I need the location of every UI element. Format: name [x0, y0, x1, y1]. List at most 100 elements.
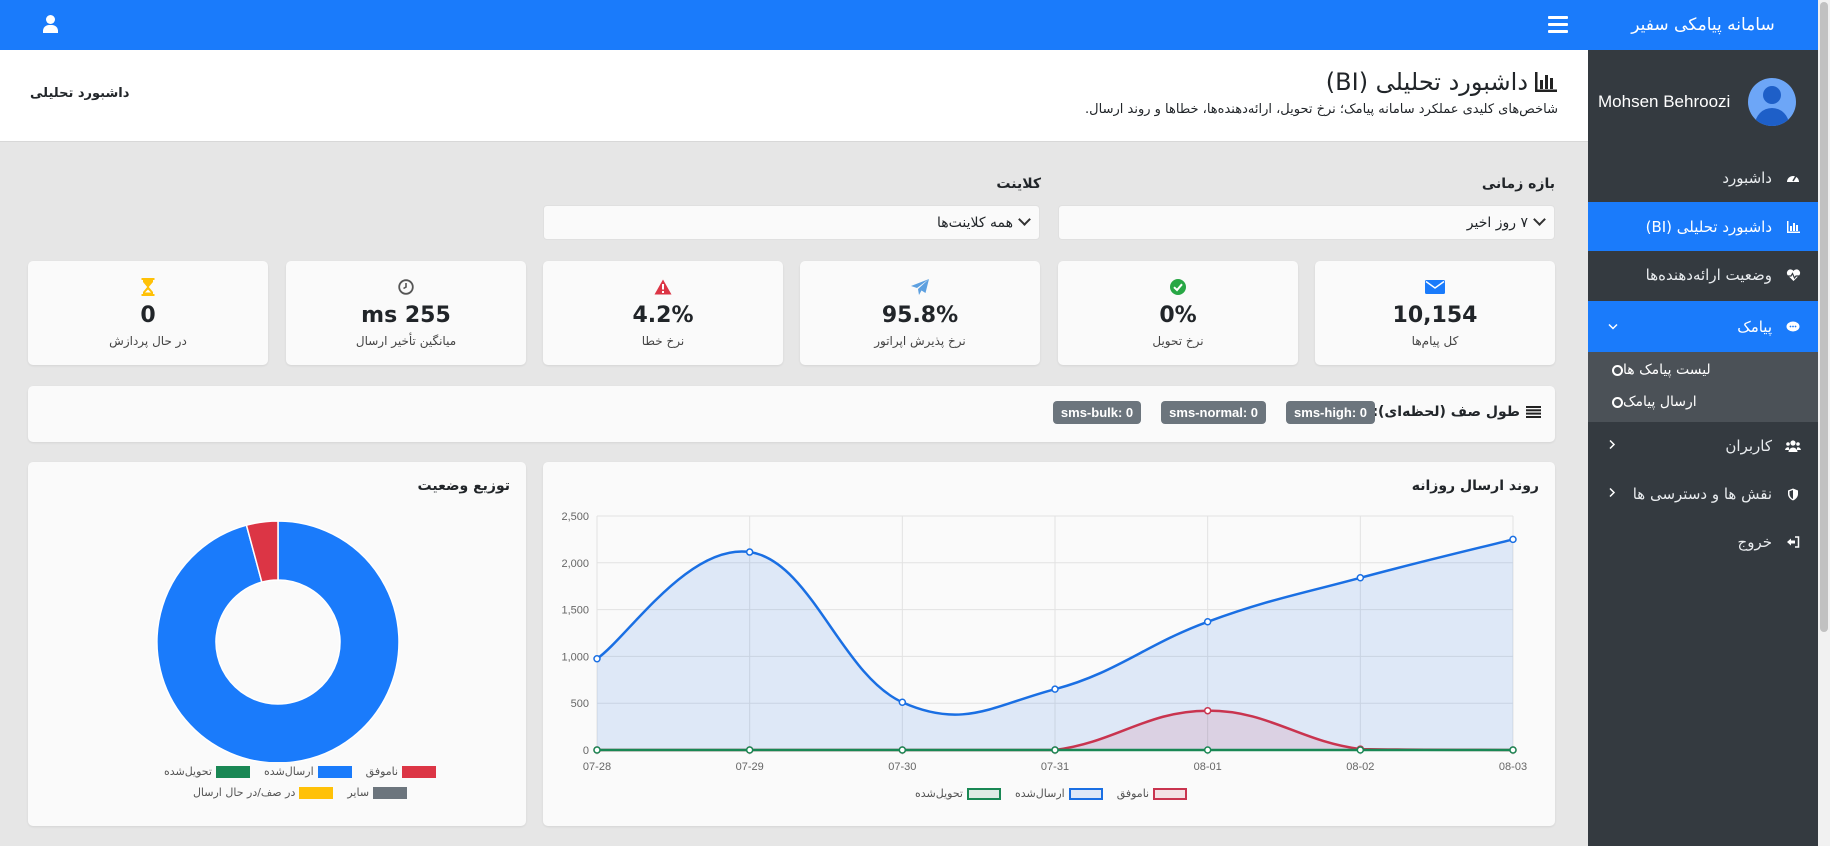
sidebar-item-label: وضعیت ارائه‌دهنده‌ها	[1645, 266, 1772, 284]
time-range-label: بازه زمانی	[1481, 176, 1555, 192]
kpi-operator-acceptance: 95.8% نرخ پذیرش اپراتور	[800, 261, 1040, 365]
hourglass-icon	[28, 277, 268, 297]
chevron-down-icon	[1608, 319, 1618, 334]
brand-title[interactable]: سامانه پیامکی سفیر	[1588, 0, 1818, 50]
hamburger-menu-icon[interactable]	[1548, 16, 1568, 37]
page-subtitle: شاخص‌های کلیدی عملکرد سامانه پیامک؛ نرخ …	[1085, 102, 1558, 117]
sidebar-nav: داشبورد داشبورد تحلیلی (BI) وضعیت ارائه‌…	[1588, 154, 1818, 352]
x-tick-label: 07-29	[736, 761, 764, 773]
client-select[interactable]: همه کلاینت‌ها	[543, 205, 1040, 240]
sidebar-item-provider-status[interactable]: وضعیت ارائه‌دهنده‌ها	[1588, 251, 1818, 299]
kpi-value: 0%	[1159, 303, 1197, 328]
legend-item[interactable]: تحویل‌شده	[164, 765, 250, 778]
legend-item[interactable]: سایر	[347, 786, 408, 799]
comment-icon	[1782, 321, 1804, 333]
user-name: Mohsen Behroozi	[1598, 92, 1731, 111]
circle-icon	[1612, 396, 1623, 408]
sidebar-item-sms-list[interactable]: لیست پیامک ها	[1588, 354, 1818, 386]
users-icon	[1782, 440, 1804, 452]
kpi-delivery-rate: 0% نرخ تحویل	[1058, 261, 1298, 365]
legend-item[interactable]: ناموفق	[1117, 787, 1188, 800]
kpi-label: نرخ پذیرش اپراتور	[874, 334, 966, 348]
x-tick-label: 08-01	[1194, 761, 1222, 773]
breadcrumb[interactable]: داشبورد تحلیلی	[30, 86, 129, 101]
heart-pulse-icon	[1782, 268, 1804, 282]
data-point[interactable]	[1509, 746, 1517, 754]
y-tick-label: 1,500	[561, 605, 589, 617]
sidebar-item-logout[interactable]: خروج	[1588, 518, 1818, 566]
paper-plane-icon	[800, 277, 1040, 297]
sidebar-item-dashboard[interactable]: داشبورد	[1588, 154, 1818, 202]
sidebar: سامانه پیامکی سفیر Mohsen Behroozi داشبو…	[1588, 0, 1818, 846]
queue-badge: sms-normal: 0	[1161, 401, 1267, 424]
daily-trend-card: روند ارسال روزانه 0 500 1,000 1,500 2,000 2,5…	[543, 462, 1555, 826]
time-range-select[interactable]: ۷ روز اخیر	[1058, 205, 1555, 240]
data-point[interactable]	[745, 746, 754, 754]
legend-swatch	[1068, 787, 1103, 800]
avatar	[1748, 78, 1797, 126]
data-point[interactable]	[1356, 746, 1365, 754]
kpi-error-rate: 4.2% نرخ خطا	[543, 261, 783, 365]
legend-swatch	[402, 765, 437, 778]
data-point[interactable]	[745, 548, 754, 556]
sidebar-item-bi-dashboard[interactable]: داشبورد تحلیلی (BI)	[1588, 202, 1818, 251]
y-tick-label: 500	[571, 698, 589, 710]
kpi-processing: 0 در حال پردازش	[28, 261, 268, 365]
sidebar-item-roles[interactable]: نقش ها و دسترسی ها	[1588, 470, 1818, 518]
sidebar-item-users[interactable]: کاربران	[1588, 422, 1818, 470]
y-tick-label: 2,000	[561, 558, 589, 570]
scrollbar[interactable]	[1818, 0, 1830, 846]
kpi-value: 10,154	[1392, 303, 1478, 328]
bar-chart-icon	[1782, 220, 1804, 233]
sidebar-item-label: داشبورد	[1722, 169, 1772, 187]
kpi-value: 4.2%	[632, 303, 694, 328]
legend-item[interactable]: در صف/در حال ارسال	[193, 786, 334, 799]
user-icon[interactable]	[42, 15, 58, 33]
bar-chart-icon	[1534, 72, 1558, 92]
legend-item[interactable]: ناموفق	[366, 765, 437, 778]
queue-badge: sms-high: 0	[1286, 401, 1375, 424]
check-circle-icon	[1058, 277, 1298, 297]
legend-swatch	[215, 765, 250, 778]
data-point[interactable]	[1203, 706, 1212, 715]
legend-item[interactable]: ارسال‌شده	[264, 765, 352, 778]
sidebar-item-send-sms[interactable]: ارسال پیامک	[1588, 386, 1818, 418]
x-tick-label: 07-31	[1041, 761, 1069, 773]
kpi-label: نرخ تحویل	[1152, 334, 1204, 348]
page-title: داشبورد تحلیلی (BI)	[1326, 68, 1558, 96]
sms-submenu: لیست پیامک ها ارسال پیامک	[1588, 352, 1818, 422]
y-tick-label: 1,000	[561, 651, 589, 663]
data-point[interactable]	[593, 746, 601, 754]
legend-swatch	[967, 787, 1001, 800]
kpi-avg-latency: 255 ms میانگین تأخیر ارسال	[286, 261, 526, 365]
data-point[interactable]	[1051, 685, 1059, 693]
kpi-label: کل پیام‌ها	[1411, 334, 1459, 348]
legend-swatch	[373, 786, 408, 799]
sidebar-item-label: خروج	[1737, 533, 1772, 551]
data-point[interactable]	[1356, 574, 1365, 582]
data-point[interactable]	[1051, 746, 1059, 754]
client-label: کلاینت	[996, 176, 1041, 192]
status-donut-chart	[156, 520, 400, 762]
queue-length-card: طول صف (لحظه‌ای): sms-high: 0 sms-normal…	[28, 386, 1555, 442]
data-point[interactable]	[898, 746, 907, 754]
x-tick-label: 08-03	[1499, 761, 1527, 773]
legend-item[interactable]: ارسال‌شده	[1015, 787, 1103, 800]
data-point[interactable]	[593, 654, 601, 663]
page-header: داشبورد تحلیلی (BI) شاخص‌های کلیدی عملکر…	[0, 50, 1588, 142]
clock-icon	[286, 277, 526, 297]
shield-icon	[1782, 488, 1804, 501]
data-point[interactable]	[1203, 618, 1212, 626]
user-panel: Mohsen Behroozi	[1588, 50, 1818, 154]
data-point[interactable]	[1203, 746, 1212, 754]
chevron-down-icon	[1018, 213, 1031, 226]
legend-swatch	[299, 786, 334, 799]
data-point[interactable]	[898, 698, 907, 707]
list-icon	[1526, 406, 1541, 418]
data-point[interactable]	[1509, 535, 1517, 544]
sidebar-item-sms[interactable]: پیامک	[1588, 301, 1818, 352]
queue-title: طول صف (لحظه‌ای):	[1372, 404, 1541, 420]
y-tick-label: 0	[583, 745, 589, 757]
legend-item[interactable]: تحویل‌شده	[915, 787, 1001, 800]
y-tick-label: 2,500	[561, 511, 589, 523]
